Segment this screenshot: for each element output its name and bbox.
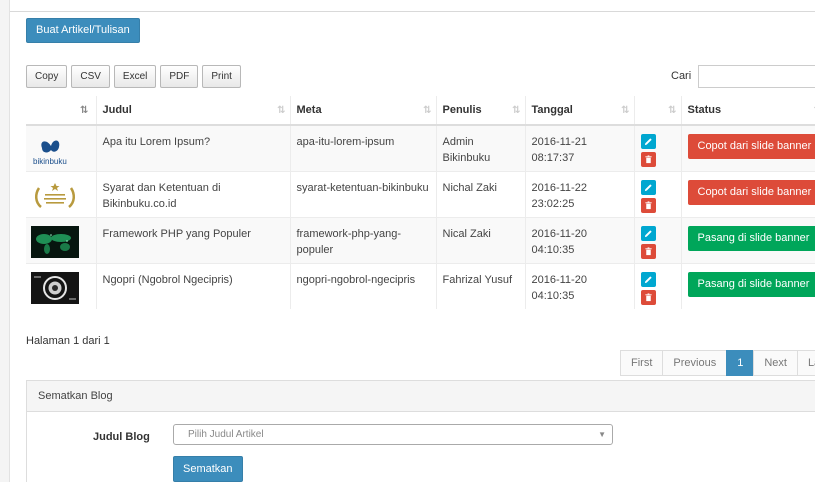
remove-from-banner-button[interactable]: Copot dari slide banner bbox=[687, 134, 815, 159]
add-to-banner-button[interactable]: Pasang di slide banner bbox=[687, 225, 815, 251]
articles-table: ⇅ Judul ⇅ Meta ⇅ Penulis ⇅ Tanggal ⇅ ⇅ Statu… bbox=[26, 96, 815, 309]
remove-from-banner-button[interactable]: Copot dari slide banner bbox=[687, 179, 815, 205]
edit-pencil-icon[interactable] bbox=[640, 271, 656, 287]
pagination-next[interactable]: Next bbox=[753, 350, 798, 376]
column-header-thumbnail[interactable]: ⇅ bbox=[26, 96, 96, 126]
thumbnail-cell: bikinbuku bbox=[26, 124, 96, 171]
pdf-button[interactable]: PDF bbox=[160, 65, 199, 88]
meta-cell: syarat-ketentuan-bikinbuku bbox=[289, 170, 436, 217]
bikinbuku-logo-icon: bikinbuku bbox=[33, 140, 67, 166]
emblem-image-icon bbox=[31, 271, 79, 304]
select-placeholder: Pilih Judul Artikel bbox=[188, 429, 264, 440]
delete-trash-icon[interactable] bbox=[640, 197, 656, 213]
sort-asc-icon: ⇅ bbox=[80, 105, 89, 116]
excel-button[interactable]: Excel bbox=[113, 65, 157, 88]
embed-button[interactable]: Sematkan bbox=[173, 456, 243, 482]
judul-cell: Ngopri (Ngobrol Ngecipris) bbox=[95, 262, 290, 309]
pagination-page-current[interactable]: 1 bbox=[726, 350, 755, 376]
judul-blog-label: Judul Blog bbox=[93, 431, 150, 443]
thumbnail-cell bbox=[26, 170, 96, 217]
sort-icon: ⇅ bbox=[423, 105, 432, 116]
tanggal-cell: 2016-11-21 08:17:37 bbox=[524, 124, 634, 171]
print-button[interactable]: Print bbox=[202, 65, 241, 88]
delete-trash-icon[interactable] bbox=[640, 243, 656, 259]
svg-text:bikinbuku: bikinbuku bbox=[33, 157, 67, 166]
status-cell: Copot dari slide banner bbox=[680, 170, 815, 217]
actions-cell bbox=[633, 124, 681, 171]
tanggal-cell: 2016-11-20 04:10:35 bbox=[524, 262, 634, 309]
actions-cell bbox=[633, 262, 681, 309]
embed-blog-panel: Sematkan Blog Judul Blog Pilih Judul Art… bbox=[26, 380, 815, 482]
search-label: Cari bbox=[671, 70, 692, 82]
pagination-first[interactable]: First bbox=[620, 350, 664, 376]
pagination: First Previous 1 Next Last bbox=[620, 350, 815, 376]
edit-pencil-icon[interactable] bbox=[640, 134, 656, 149]
column-header-status[interactable]: Status⇅ bbox=[680, 96, 815, 126]
delete-trash-icon[interactable] bbox=[640, 289, 656, 305]
actions-cell bbox=[633, 170, 681, 217]
column-header-tanggal[interactable]: Tanggal ⇅ bbox=[524, 96, 634, 126]
panel-title: Sematkan Blog bbox=[27, 381, 815, 412]
sort-icon: ⇅ bbox=[621, 105, 630, 116]
meta-cell: ngopri-ngobrol-ngecipris bbox=[289, 262, 436, 309]
edit-pencil-icon[interactable] bbox=[640, 225, 656, 241]
sort-icon: ⇅ bbox=[277, 105, 286, 116]
copy-button[interactable]: Copy bbox=[26, 65, 68, 88]
pagination-last[interactable]: Last bbox=[796, 350, 815, 376]
create-article-button[interactable]: Buat Artikel/Tulisan bbox=[26, 18, 140, 43]
tanggal-cell: 2016-11-20 04:10:35 bbox=[524, 216, 634, 263]
sort-icon: ⇅ bbox=[668, 105, 677, 116]
status-cell: Pasang di slide banner bbox=[680, 262, 815, 309]
judul-cell: Syarat dan Ketentuan di Bikinbuku.co.id bbox=[95, 170, 290, 217]
edit-pencil-icon[interactable] bbox=[640, 179, 656, 195]
search-input[interactable] bbox=[698, 65, 815, 88]
award-badge-icon bbox=[35, 182, 75, 208]
penulis-cell: Admin Bikinbuku bbox=[435, 124, 525, 171]
sidebar-edge bbox=[0, 0, 10, 482]
table-header-row: ⇅ Judul ⇅ Meta ⇅ Penulis ⇅ Tanggal ⇅ ⇅ Statu… bbox=[26, 96, 815, 126]
thumbnail-cell bbox=[26, 262, 96, 309]
pagination-previous[interactable]: Previous bbox=[662, 350, 728, 376]
tanggal-cell: 2016-11-22 23:02:25 bbox=[524, 170, 634, 217]
penulis-cell: Nical Zaki bbox=[435, 216, 525, 263]
sort-icon: ⇅ bbox=[512, 105, 521, 116]
status-cell: Copot dari slide banner bbox=[680, 124, 815, 171]
table-row: Framework PHP yang Populer framework-php… bbox=[26, 216, 815, 263]
header-divider bbox=[10, 11, 815, 12]
table-row: Ngopri (Ngobrol Ngecipris) ngopri-ngobro… bbox=[26, 262, 815, 309]
penulis-cell: Fahrizal Yusuf bbox=[435, 262, 525, 309]
judul-cell: Apa itu Lorem Ipsum? bbox=[95, 124, 290, 171]
column-header-penulis[interactable]: Penulis ⇅ bbox=[435, 96, 525, 126]
export-toolbar: Copy CSV Excel PDF Print bbox=[26, 65, 241, 88]
add-to-banner-button[interactable]: Pasang di slide banner bbox=[687, 271, 815, 297]
thumbnail-cell bbox=[26, 216, 96, 263]
table-row: Syarat dan Ketentuan di Bikinbuku.co.id … bbox=[26, 170, 815, 217]
page-info: Halaman 1 dari 1 bbox=[26, 335, 110, 347]
status-cell: Pasang di slide banner bbox=[680, 216, 815, 263]
judul-cell: Framework PHP yang Populer bbox=[95, 216, 290, 263]
article-title-select[interactable]: Pilih Judul Artikel ▼ bbox=[173, 424, 613, 445]
penulis-cell: Nichal Zaki bbox=[435, 170, 525, 217]
column-header-actions[interactable]: ⇅ bbox=[633, 96, 681, 126]
csv-button[interactable]: CSV bbox=[71, 65, 110, 88]
world-map-image-icon bbox=[31, 225, 79, 258]
meta-cell: framework-php-yang-populer bbox=[289, 216, 436, 263]
chevron-down-icon: ▼ bbox=[598, 430, 606, 439]
column-header-judul[interactable]: Judul ⇅ bbox=[95, 96, 290, 126]
column-header-meta[interactable]: Meta ⇅ bbox=[289, 96, 436, 126]
actions-cell bbox=[633, 216, 681, 263]
delete-trash-icon[interactable] bbox=[640, 152, 656, 167]
meta-cell: apa-itu-lorem-ipsum bbox=[289, 124, 436, 171]
table-row: bikinbuku Apa itu Lorem Ipsum? apa-itu-l… bbox=[26, 124, 815, 171]
